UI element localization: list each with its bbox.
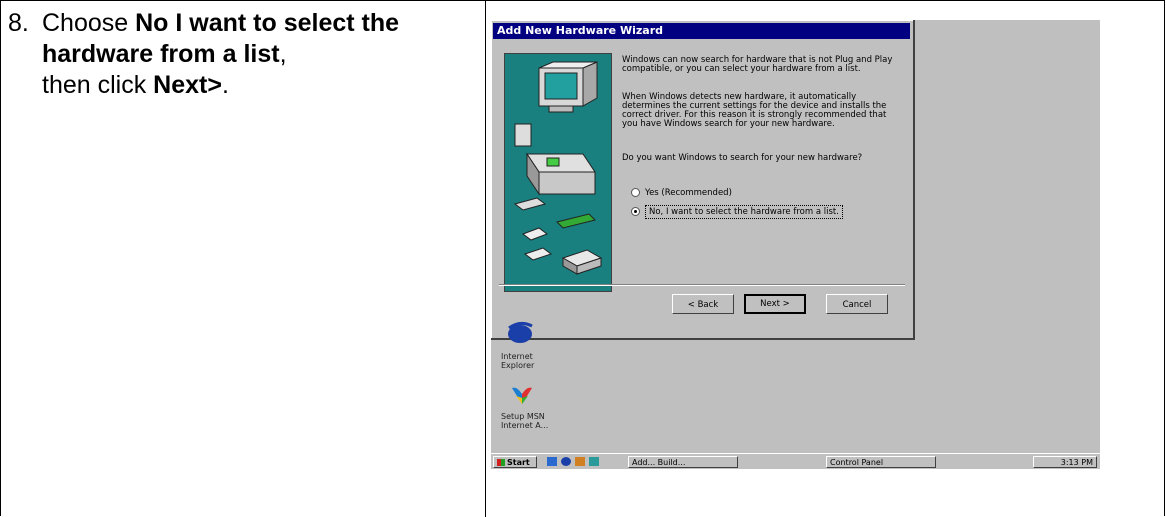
ie-desktop-label: Internet Explorer — [501, 352, 535, 370]
internet-explorer-icon — [508, 321, 533, 343]
task-button-control-panel[interactable]: Control Panel — [826, 456, 936, 468]
task-button-wizard[interactable]: Add... Build... — [628, 456, 738, 468]
step-next: Next> — [153, 71, 222, 99]
wizard-paragraph-1: Windows can now search for hardware that… — [622, 55, 893, 74]
wizard-titlebar: Add New Hardware Wizard — [493, 23, 910, 39]
step-text: Choose No I want to select the hardware … — [42, 8, 472, 101]
next-button[interactable]: Next > — [744, 294, 806, 314]
msn-butterfly-icon — [512, 387, 532, 404]
hardware-illustration — [504, 53, 612, 292]
radio-selected-icon[interactable] — [631, 207, 640, 216]
quick-launch — [547, 457, 599, 468]
wizard-question: Do you want Windows to search for your n… — [622, 153, 863, 163]
msn-desktop-label: Setup MSN Internet A... — [501, 412, 549, 430]
start-button[interactable]: Start — [493, 456, 537, 468]
cancel-button[interactable]: Cancel — [826, 294, 888, 314]
step-period: . — [221, 71, 229, 99]
wizard-paragraph-2: When Windows detects new hardware, it au… — [622, 92, 887, 129]
msn-desktop-icon[interactable] — [509, 384, 535, 411]
back-button[interactable]: < Back — [672, 294, 734, 314]
radio-yes-label: Yes (Recommended) — [645, 188, 732, 198]
wizard-separator — [499, 284, 905, 286]
step-number: 8. — [8, 9, 29, 37]
start-label: Start — [507, 458, 530, 467]
ie-quicklaunch-icon[interactable] — [561, 457, 571, 466]
wizard-window: Add New Hardware Wizard Windows can now … — [491, 20, 915, 340]
windows-logo-icon — [497, 459, 505, 466]
radio-yes[interactable]: Yes (Recommended) — [631, 188, 732, 198]
step-comma: , — [279, 40, 287, 68]
computer-hardware-icon — [513, 61, 603, 275]
step-then-click: then click — [42, 71, 147, 99]
screenshot: Add New Hardware Wizard Windows can now … — [491, 20, 1100, 469]
radio-no-label: No, I want to select the hardware from a… — [645, 205, 843, 219]
step-choose: Choose — [42, 9, 129, 37]
table-divider — [485, 0, 486, 517]
outlook-quicklaunch-icon[interactable] — [589, 457, 599, 466]
desktop-quicklaunch-icon[interactable] — [547, 457, 557, 466]
taskbar: Start Add... Build... Control Panel 3:13… — [491, 453, 1100, 469]
radio-no[interactable]: No, I want to select the hardware from a… — [631, 205, 843, 219]
channels-quicklaunch-icon[interactable] — [575, 457, 585, 466]
radio-circle-icon[interactable] — [631, 188, 640, 197]
ie-desktop-icon[interactable] — [505, 320, 535, 349]
taskbar-clock: 3:13 PM — [1033, 456, 1097, 468]
